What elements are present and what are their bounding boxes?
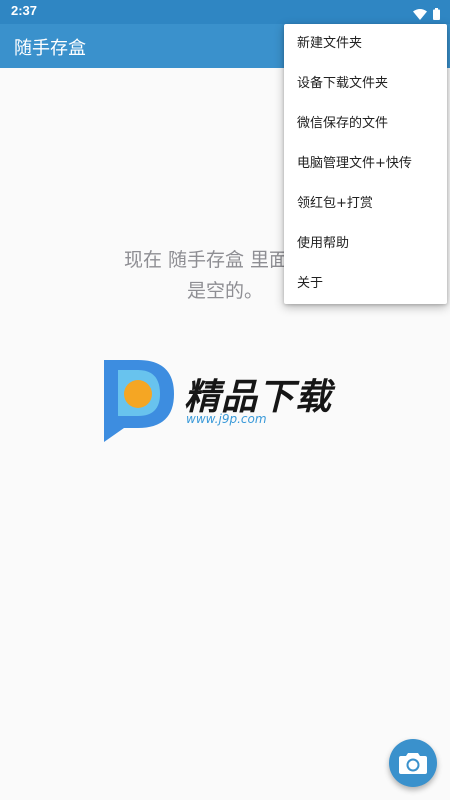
menu-item-wechat-files[interactable]: 微信保存的文件: [284, 104, 447, 144]
app-screen: 2:37 随手存盒 现在 随手存盒 里面什么 是空的。 精品下载 www.j9p…: [0, 0, 450, 800]
camera-fab-button[interactable]: [389, 739, 437, 787]
watermark: 精品下载 www.j9p.com: [98, 356, 358, 446]
menu-item-about[interactable]: 关于: [284, 264, 447, 304]
app-title: 随手存盒: [14, 38, 86, 59]
status-bar: 2:37: [0, 0, 450, 24]
menu-item-pc-transfer[interactable]: 电脑管理文件+快传: [284, 144, 447, 184]
watermark-logo-icon: [104, 360, 174, 442]
menu-item-device-downloads[interactable]: 设备下载文件夹: [284, 64, 447, 104]
menu-item-red-packet[interactable]: 领红包+打赏: [284, 184, 447, 224]
menu-item-new-folder[interactable]: 新建文件夹: [284, 24, 447, 64]
overflow-menu: 新建文件夹 设备下载文件夹 微信保存的文件 电脑管理文件+快传 领红包+打赏 使…: [284, 24, 447, 304]
status-icons: [413, 5, 440, 24]
status-time: 2:37: [11, 3, 38, 18]
camera-icon: [399, 753, 427, 774]
watermark-url: www.j9p.com: [186, 412, 267, 426]
battery-icon: [433, 5, 440, 24]
wifi-icon: [413, 5, 427, 24]
menu-item-help[interactable]: 使用帮助: [284, 224, 447, 264]
